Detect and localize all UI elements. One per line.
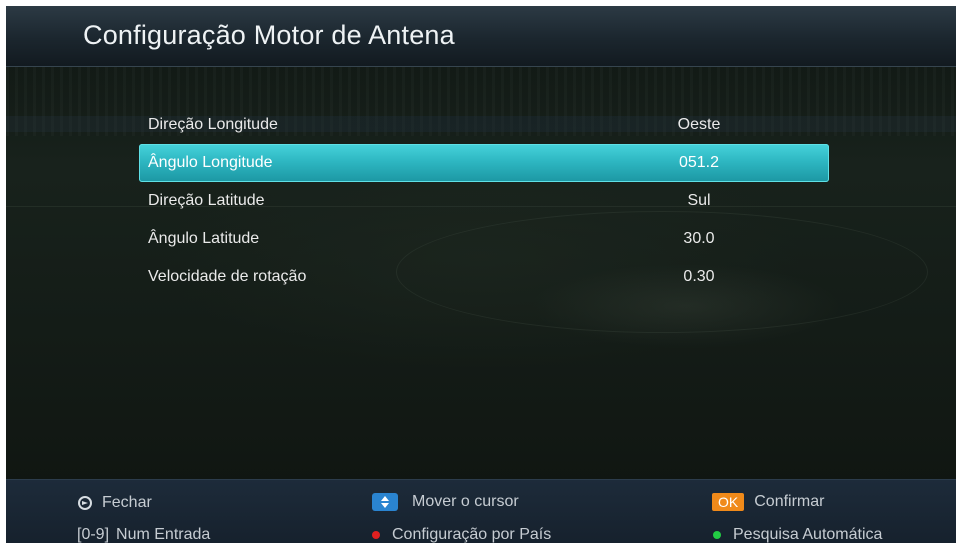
hint-confirm-label: Confirmar <box>754 493 825 510</box>
menu-item-latitude-direction[interactable]: Direção Latitude Sul <box>139 182 829 220</box>
menu-item-longitude-angle[interactable]: Ângulo Longitude 051.2 <box>139 144 829 182</box>
hint-auto-search[interactable]: Pesquisa Automática <box>713 526 882 543</box>
menu-item-label: Direção Latitude <box>148 192 265 209</box>
menu-item-longitude-direction[interactable]: Direção Longitude Oeste <box>139 106 829 144</box>
hint-num-entry[interactable]: [0-9] Num Entrada <box>77 526 210 543</box>
menu-item-label: Direção Longitude <box>148 116 278 133</box>
red-dot-icon <box>372 531 380 539</box>
menu-item-value: 0.30 <box>683 268 715 285</box>
up-down-icon <box>372 493 398 511</box>
menu-item-value: Sul <box>687 192 711 209</box>
num-key-label: [0-9] <box>77 526 110 543</box>
hint-confirm[interactable]: OK Confirmar <box>712 493 824 511</box>
menu-item-value: 30.0 <box>683 230 715 247</box>
ok-key-icon: OK <box>712 493 745 511</box>
tv-screen: Configuração Motor de Antena Direção Lon… <box>6 6 956 543</box>
hint-country-config[interactable]: Configuração por País <box>372 526 551 543</box>
hint-move-label: Mover o cursor <box>412 493 519 510</box>
hint-country-config-label: Configuração por País <box>392 526 552 543</box>
menu-item-label: Ângulo Longitude <box>148 154 273 171</box>
footer-help-bar: Fechar Mover o cursor OK Confirmar [0-9]… <box>6 479 956 543</box>
exit-icon <box>78 496 92 510</box>
settings-menu: Direção Longitude Oeste Ângulo Longitude… <box>139 106 829 296</box>
menu-item-latitude-angle[interactable]: Ângulo Latitude 30.0 <box>139 220 829 258</box>
menu-item-value: Oeste <box>677 116 721 133</box>
menu-item-value: 051.2 <box>678 154 720 171</box>
hint-auto-search-label: Pesquisa Automática <box>733 526 883 543</box>
hint-close-label: Fechar <box>102 494 152 511</box>
menu-item-label: Ângulo Latitude <box>148 230 260 247</box>
header-bar: Configuração Motor de Antena <box>6 6 956 67</box>
hint-num-entry-label: Num Entrada <box>116 526 211 543</box>
page-title: Configuração Motor de Antena <box>83 20 455 50</box>
menu-item-rotation-speed[interactable]: Velocidade de rotação 0.30 <box>139 258 829 296</box>
menu-item-label: Velocidade de rotação <box>148 268 307 285</box>
green-dot-icon <box>713 531 721 539</box>
hint-close[interactable]: Fechar <box>78 494 152 512</box>
hint-move-cursor[interactable]: Mover o cursor <box>372 493 519 511</box>
